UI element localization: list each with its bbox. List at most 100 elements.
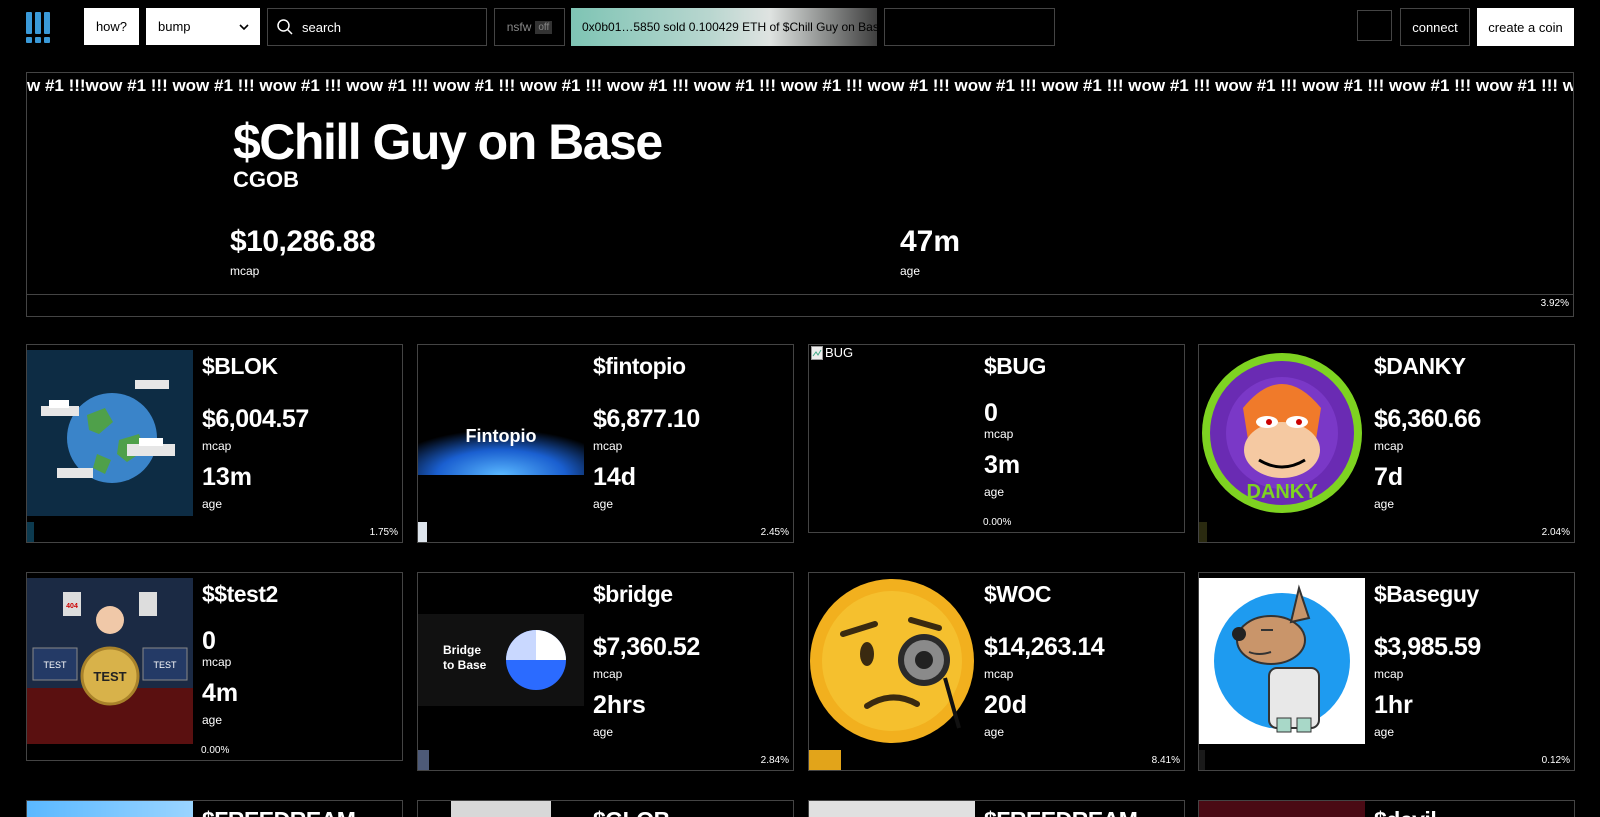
coin-card-freedream[interactable]: $FREEDREAM [26,800,403,817]
coin-progress-percent: 1.75% [369,527,398,538]
coin-card-devil[interactable]: $devil [1198,800,1575,817]
coin-mcap-label: mcap [593,667,623,681]
coin-age-value: 7d [1374,463,1404,491]
coin-age-value: 3m [984,451,1021,479]
coin-image-baseguy [1199,578,1365,744]
coin-card-woc[interactable]: $WOC $14,263.14 mcap 20d age 8.41% [808,572,1185,771]
coin-age-label: age [1374,725,1395,739]
coin-card-fintopio[interactable]: Fintopio $fintopio $6,877.10 mcap 14d ag… [417,344,794,543]
coin-age-label: age [984,485,1005,499]
search-box[interactable] [267,8,487,46]
ticker-text: 0x0b01…5850 sold 0.100429 ETH of $Chill … [582,20,877,34]
coin-card-danky[interactable]: DANKY $DANKY $6,360.66 mcap 7d age 2.04% [1198,344,1575,543]
coin-mcap-value: $6,360.66 [1374,405,1481,433]
coin-card-glob[interactable]: $GLOB [417,800,794,817]
how-button[interactable]: how? [84,8,139,45]
coin-progress-percent: 2.84% [760,755,789,766]
search-input[interactable] [302,19,472,35]
coin-progress-percent: 2.04% [1541,527,1570,538]
theme-toggle[interactable] [1357,10,1392,41]
site-logo[interactable] [26,12,54,44]
coin-image-devil [1199,801,1365,817]
chevron-down-icon [239,23,249,30]
coin-progress-bar [1199,750,1205,770]
coin-progress-percent: 0.12% [1541,755,1570,766]
coin-name: $FREEDREAM [984,807,1138,817]
wow-marquee: w #1 !!!wow #1 !!! wow #1 !!! wow #1 !!!… [27,76,1573,95]
coin-mcap-value: 0 [984,399,998,427]
coin-age-value: 4m [202,679,239,707]
coin-image-globe [27,350,193,516]
coin-image-fintopio: Fintopio [418,350,584,516]
coin-age-value: 1hr [1374,691,1413,719]
coin-mcap-label: mcap [1374,439,1404,453]
sort-selected-label: bump [158,19,191,34]
coin-mcap-label: mcap [1374,667,1404,681]
test-404-badge: 404 [66,603,78,610]
test-monitor-left-text: TEST [43,660,67,670]
create-coin-button[interactable]: create a coin [1477,8,1574,46]
coin-progress-bar [27,522,34,542]
coin-progress-percent: 0.00% [983,517,1012,528]
featured-coin-symbol: CGOB [233,167,299,192]
coin-name: $bridge [593,581,673,607]
activity-ticker[interactable]: 0x0b01…5850 sold 0.100429 ETH of $Chill … [571,8,877,46]
coin-age-label: age [202,713,223,727]
danky-logo-text: DANKY [1246,481,1318,503]
connect-button[interactable]: connect [1400,8,1470,46]
coin-image-freedream-2 [809,801,975,817]
coin-progress-bar [418,522,428,542]
featured-coin[interactable]: w #1 !!!wow #1 !!! wow #1 !!! wow #1 !!!… [26,72,1574,317]
empty-ticker-slot [884,8,1055,46]
coin-age-value: 20d [984,691,1028,719]
coin-progress-percent: 2.45% [760,527,789,538]
featured-age-value: 47m [900,225,961,258]
coin-name: $FREEDREAM [202,807,356,817]
fintopio-logo-text: Fintopio [466,426,537,446]
coin-card-bridge[interactable]: Bridge to Base $bridge $7,360.52 mcap 2h… [417,572,794,771]
featured-progress-bar [27,294,1573,316]
coin-card-blok[interactable]: $BLOK $6,004.57 mcap 13m age 1.75% [26,344,403,543]
coin-name: $BLOK [202,353,278,379]
coin-name: $fintopio [593,353,686,379]
featured-coin-name: $Chill Guy on Base [233,114,663,170]
coin-name: $Baseguy [1374,581,1479,607]
featured-age-label: age [900,264,921,278]
coin-age-label: age [593,497,614,511]
coin-card-baseguy[interactable]: $Baseguy $3,985.59 mcap 1hr age 0.12% [1198,572,1575,771]
sort-select[interactable]: bump [146,8,260,45]
coin-image-test: TEST TEST TEST 404 [27,578,193,744]
coin-name: $BUG [984,353,1046,379]
coin-age-label: age [1374,497,1395,511]
coin-name: $devil [1374,807,1437,817]
coin-progress-bar [418,750,429,770]
coin-age-label: age [593,725,614,739]
coin-mcap-label: mcap [984,427,1014,441]
coin-image-danky: DANKY [1199,350,1365,516]
top-header: how? bump nsfw off 0x0b01…5850 sold 0.10… [0,0,1600,56]
coin-card-test2[interactable]: TEST TEST TEST 404 $$test2 0 mcap 4m age… [26,572,403,761]
bridge-thumb-line1: Bridge [443,643,481,657]
coin-progress-percent: 0.00% [201,745,230,756]
bridge-thumb-line2: to Base [443,658,487,672]
coin-image-glob [451,801,551,817]
nsfw-state-badge: off [535,20,553,34]
coin-age-label: age [202,497,223,511]
coin-mcap-value: $3,985.59 [1374,633,1481,661]
coin-image-monocle-emoji [809,578,975,744]
nsfw-toggle[interactable]: nsfw off [494,8,565,46]
coin-name: $WOC [984,581,1052,607]
coin-card-bug[interactable]: BUG $BUG 0 mcap 3m age 0.00% [808,344,1185,533]
coin-mcap-value: $14,263.14 [984,633,1105,661]
coin-mcap-label: mcap [202,439,232,453]
coin-name: $$test2 [202,581,278,607]
test-monitor-right-text: TEST [153,660,177,670]
coin-card-freedream-2[interactable]: $FREEDREAM [808,800,1185,817]
coin-mcap-label: mcap [593,439,623,453]
coin-progress-bar [1199,522,1207,542]
broken-image-alt: BUG [825,345,854,360]
coin-mcap-label: mcap [202,655,232,669]
coin-progress-percent: 8.41% [1151,755,1180,766]
coin-image-bridge: Bridge to Base [418,578,584,744]
broken-image-icon: BUG [811,345,853,360]
